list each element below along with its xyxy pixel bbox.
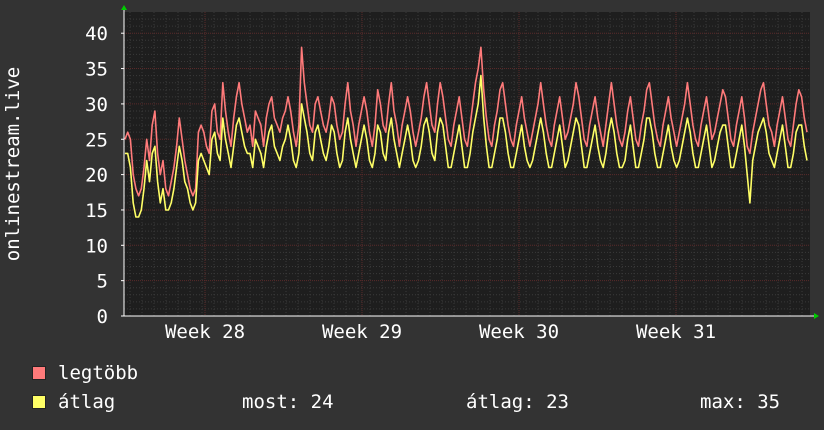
- y-tick-label: 20: [85, 165, 108, 187]
- legend-max-swatch: [32, 366, 46, 380]
- legend-avg-label: átlag: [58, 391, 116, 413]
- legend-avg: átlag: [32, 391, 115, 413]
- y-tick-label: 0: [97, 306, 108, 328]
- y-axis-label: onlinestream.live: [2, 67, 24, 261]
- legend-max: legtöbb: [32, 362, 138, 384]
- stat-max: max: 35: [700, 391, 781, 413]
- y-tick-label: 15: [85, 200, 108, 222]
- chart-svg: 0 5 10 15 20 25 30 35 40 Week 28 Week 29 Week 30 Wee…: [2, 5, 819, 343]
- x-tick-label: Week 31: [636, 321, 716, 343]
- y-tick-label: 40: [85, 23, 108, 45]
- x-tick-label: Week 30: [479, 321, 559, 343]
- x-tick-label: Week 28: [165, 321, 245, 343]
- stat-now: most: 24: [242, 391, 334, 413]
- legend-avg-swatch: [32, 395, 46, 409]
- x-tick-label: Week 29: [322, 321, 402, 343]
- y-tick-label: 10: [85, 235, 108, 257]
- y-axis-arrow: [121, 5, 127, 10]
- legend-max-label: legtöbb: [58, 362, 139, 384]
- x-axis-arrow: [814, 313, 819, 319]
- y-tick-label: 5: [97, 271, 108, 293]
- plot-area: [124, 12, 810, 316]
- y-tick-label: 35: [85, 59, 108, 81]
- y-tick-label: 30: [85, 94, 108, 116]
- stat-avg: átlag: 23: [466, 391, 569, 413]
- y-tick-label: 25: [85, 129, 108, 151]
